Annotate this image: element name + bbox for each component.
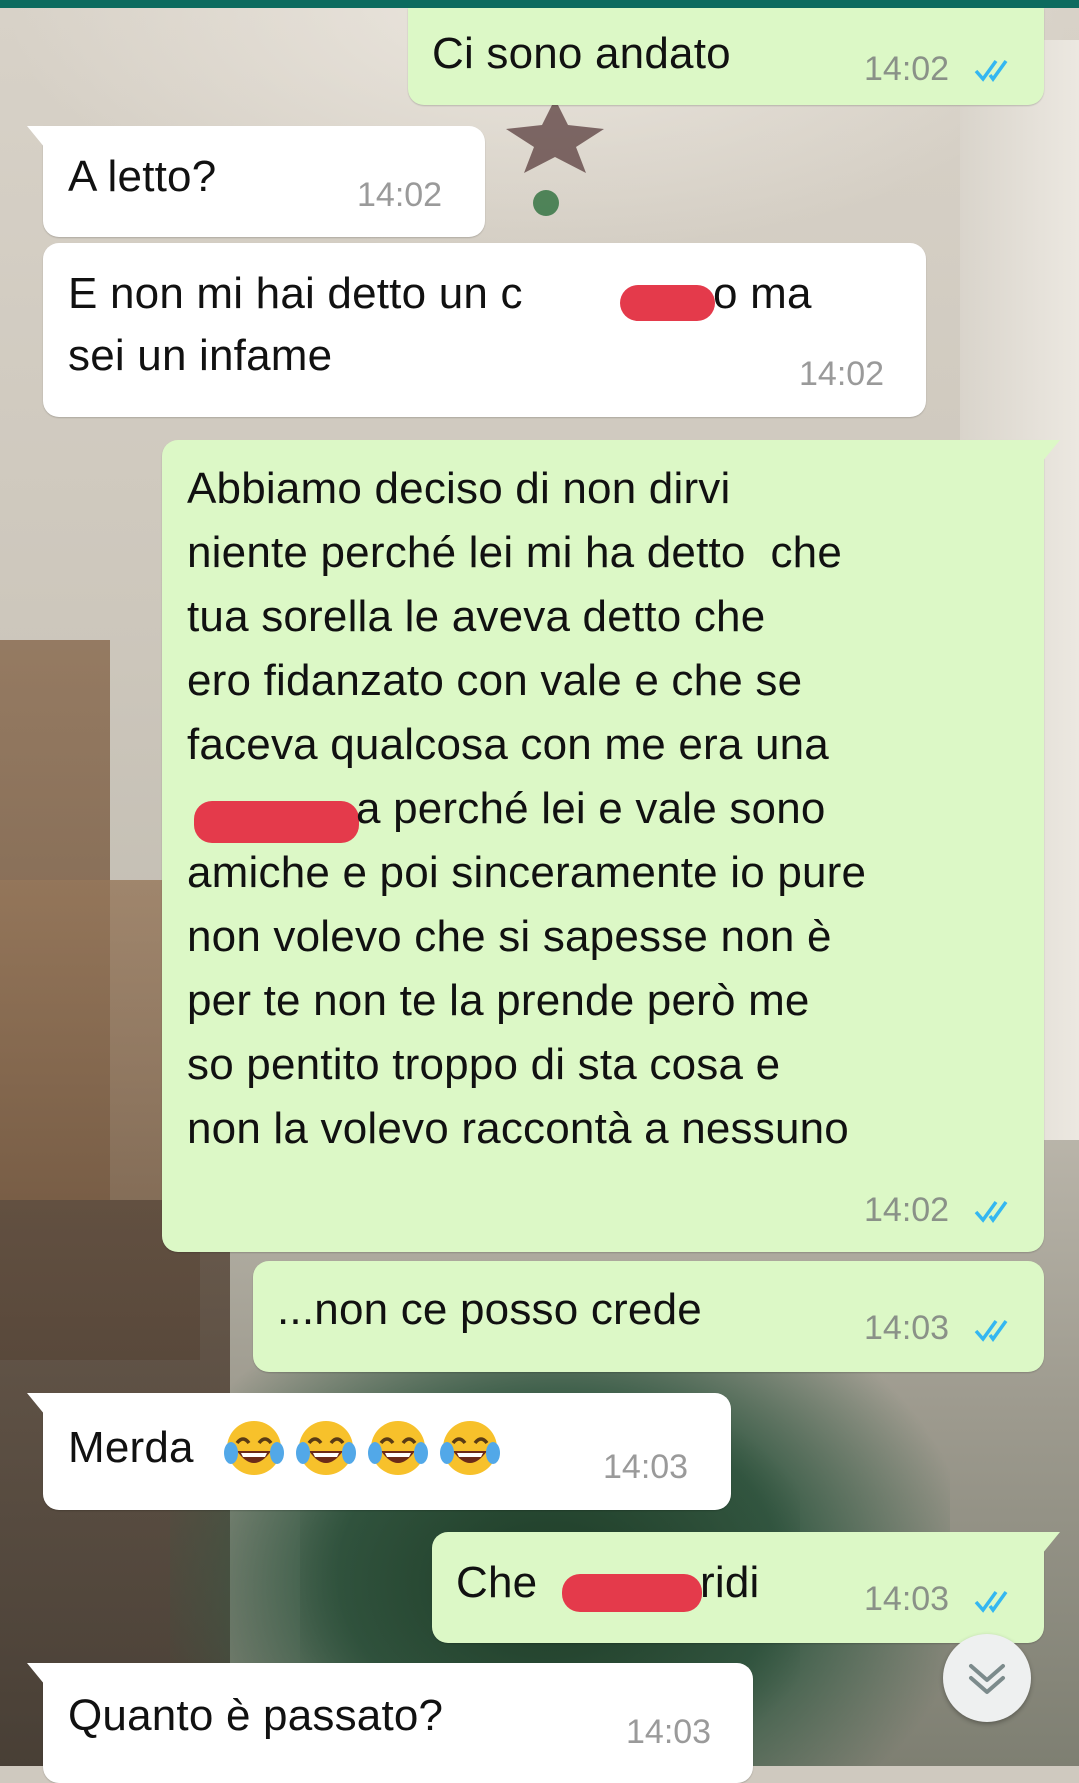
read-receipt-icon: [974, 59, 1008, 82]
message-text: Merda: [68, 1423, 194, 1472]
message-text: A letto?: [68, 152, 217, 201]
message-bubble-incoming[interactable]: E non mi hai detto un c o ma sei un infa…: [43, 243, 926, 417]
message-text: ridi: [700, 1558, 760, 1607]
bubble-tail: [27, 126, 45, 148]
message-time: 14:02: [864, 1191, 950, 1229]
message-time: 14:02: [864, 50, 950, 88]
redaction-mark: [194, 801, 359, 843]
message-text: amiche e poi sinceramente io pure: [187, 848, 867, 897]
wallpaper-ornament: [533, 190, 559, 216]
redaction-mark: [620, 285, 715, 321]
message-bubble-incoming[interactable]: A letto? 14:02: [27, 126, 485, 237]
double-chevron-down-icon: [969, 1664, 1005, 1694]
message-text: Quanto è passato?: [68, 1691, 444, 1740]
message-text: ero fidanzato con vale e che se: [187, 656, 803, 705]
scroll-to-bottom-button[interactable]: [943, 1634, 1031, 1722]
message-bubble-outgoing[interactable]: Abbiamo deciso di non dirvi niente perch…: [162, 440, 1060, 1252]
message-text: Ci sono andato: [432, 29, 731, 78]
message-bubble-incoming[interactable]: Quanto è passato? 14:03: [27, 1663, 753, 1783]
app-header-strip: [0, 0, 1079, 8]
bubble-tail: [1042, 1532, 1060, 1554]
bubble-tail: [27, 1663, 45, 1685]
face-with-tears-of-joy-icon: [368, 1421, 428, 1475]
face-with-tears-of-joy-icon: [296, 1421, 356, 1475]
message-text: Abbiamo deciso di non dirvi: [187, 464, 731, 513]
message-bubble-incoming[interactable]: Merda 14:03: [27, 1393, 731, 1510]
bubble-tail: [27, 1393, 45, 1415]
face-with-tears-of-joy-icon: [224, 1421, 284, 1475]
message-bubble-outgoing[interactable]: Che ridi 14:03: [432, 1532, 1060, 1643]
message-time: 14:02: [357, 176, 443, 214]
message-time: 14:03: [864, 1309, 950, 1347]
face-with-tears-of-joy-icon: [440, 1421, 500, 1475]
message-text: so pentito troppo di sta cosa e: [187, 1040, 781, 1089]
message-text: sei un infame: [68, 331, 333, 380]
message-text: per te non te la prende però me: [187, 976, 810, 1025]
redaction-mark: [562, 1574, 702, 1612]
message-text: faceva qualcosa con me era una: [187, 720, 829, 769]
message-bubble-outgoing[interactable]: Ci sono andato 14:02: [408, 8, 1044, 105]
read-receipt-icon: [974, 1200, 1008, 1223]
read-receipt-icon: [974, 1590, 1008, 1613]
message-text: o ma: [713, 269, 812, 318]
message-time: 14:03: [626, 1713, 712, 1751]
message-text: niente perché lei mi ha detto che: [187, 528, 842, 577]
message-text: non volevo che si sapesse non è: [187, 912, 832, 961]
message-bubble-outgoing[interactable]: ...non ce posso crede 14:03: [253, 1261, 1044, 1372]
wallpaper-tree-star: [506, 99, 604, 173]
message-text: tua sorella le aveva detto che: [187, 592, 766, 641]
message-text: a perché lei e vale sono: [356, 784, 826, 833]
read-receipt-icon: [974, 1319, 1008, 1342]
message-time: 14:03: [603, 1448, 689, 1486]
bubble-tail: [1042, 440, 1060, 462]
message-text: E non mi hai detto un c: [68, 269, 523, 318]
message-time: 14:03: [864, 1580, 950, 1618]
message-time: 14:02: [799, 355, 885, 393]
message-text: non la volevo raccontà a nessuno: [187, 1104, 849, 1153]
message-text: ...non ce posso crede: [277, 1285, 702, 1334]
message-text: Che: [456, 1558, 538, 1607]
